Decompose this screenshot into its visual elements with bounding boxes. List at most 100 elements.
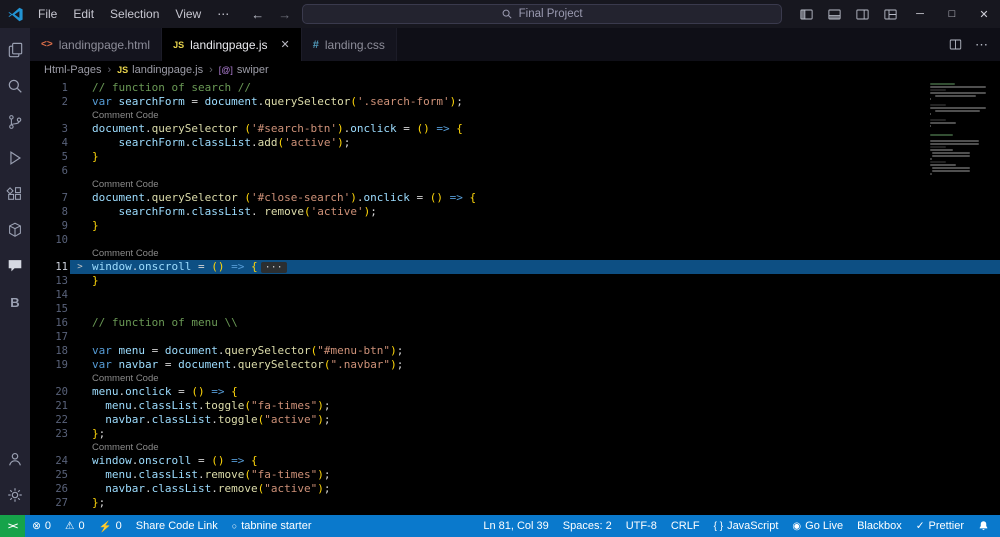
code-text[interactable]: // function of search // [92, 81, 1000, 95]
status-right-crlf[interactable]: CRLF [664, 520, 707, 532]
status-label: 0 [44, 520, 52, 532]
search-icon[interactable] [0, 68, 30, 104]
folded-code-marker[interactable]: ··· [260, 262, 287, 273]
vscode-window: File Edit Selection View ⋯ ← → Final Project… [0, 0, 1000, 537]
code-text[interactable]: } [92, 274, 1000, 288]
line-number: 19 [55, 359, 68, 371]
remote-indicator[interactable]: >< [0, 515, 26, 537]
menu-view[interactable]: View [167, 3, 209, 25]
codelens[interactable]: Comment Code [30, 372, 1000, 385]
layout-customize-icon[interactable] [876, 0, 904, 28]
breadcrumb-item-landingpage.js[interactable]: JS landingpage.js [117, 64, 203, 76]
line-number: 18 [55, 345, 68, 357]
code-text[interactable] [92, 164, 1000, 178]
codelens[interactable]: Comment Code [30, 247, 1000, 260]
code-text[interactable]: } [92, 150, 1000, 164]
code-text[interactable] [92, 302, 1000, 316]
status-label: Ln 81, Col 39 [483, 520, 549, 532]
command-center-search[interactable]: Final Project [301, 4, 782, 24]
status-right: Ln 81, Col 39 Spaces: 2 UTF-8 CRLF { } JavaSc… [476, 520, 1000, 532]
code-text[interactable] [92, 288, 1000, 302]
layout-sidebar-right-icon[interactable] [848, 0, 876, 28]
more-actions-icon[interactable]: ⋯ [975, 37, 988, 53]
nav-back-button[interactable]: ← [251, 7, 264, 22]
tab-landing.css[interactable]: # landing.css [301, 28, 397, 61]
split-editor-icon[interactable] [948, 37, 963, 52]
code-text[interactable]: var menu = document.querySelector("#menu… [92, 344, 1000, 358]
code-text[interactable]: } [92, 219, 1000, 233]
code-text[interactable]: window.onscroll = () => { [92, 454, 1000, 468]
code-text[interactable]: searchForm.classList. remove('active'); [92, 205, 1000, 219]
status-right-go-live[interactable]: ◉ Go Live [785, 520, 850, 532]
run-debug-icon[interactable] [0, 140, 30, 176]
status-right-utf-8[interactable]: UTF-8 [619, 520, 664, 532]
code-text[interactable]: var navbar = document.querySelector(".na… [92, 358, 1000, 372]
braces-icon: { } [713, 520, 724, 532]
menu-selection[interactable]: Selection [102, 3, 167, 25]
code-text[interactable]: searchForm.classList.add('active'); [92, 136, 1000, 150]
code-text[interactable] [92, 233, 1000, 247]
status-right-spaces-2[interactable]: Spaces: 2 [556, 520, 619, 532]
source-control-icon[interactable] [0, 104, 30, 140]
layout-sidebar-left-icon[interactable] [792, 0, 820, 28]
nav-forward-button[interactable]: → [278, 7, 291, 22]
tab-landingpage.js[interactable]: JS landingpage.js ✕ [162, 28, 302, 61]
menu-edit[interactable]: Edit [65, 3, 102, 25]
code-text[interactable]: }; [92, 427, 1000, 441]
status-right-blackbox[interactable]: Blackbox [850, 520, 909, 532]
code-text[interactable]: document.querySelector ('#search-btn').o… [92, 122, 1000, 136]
code-text[interactable]: menu.classList.remove("fa-times"); [92, 468, 1000, 482]
code-text[interactable]: window.onscroll = () => {··· [92, 260, 1000, 274]
code-text[interactable]: }; [92, 496, 1000, 510]
menu-overflow[interactable]: ⋯ [209, 3, 237, 25]
status-right-javascript[interactable]: { } JavaScript [707, 520, 786, 532]
tab-label: landingpage.js [190, 37, 268, 52]
fold-margin [68, 191, 92, 205]
status-left-tabnine-starter[interactable]: ○ tabnine starter [225, 520, 319, 532]
blackbox-b-icon[interactable]: B [0, 284, 30, 320]
code-text[interactable]: navbar.classList.toggle("active"); [92, 413, 1000, 427]
status-right-prettier[interactable]: ✓ Prettier [909, 520, 971, 532]
close-icon[interactable]: ✕ [281, 38, 290, 51]
status-left-0[interactable]: ⚠ 0 [58, 520, 92, 532]
codelens[interactable]: Comment Code [30, 178, 1000, 191]
layout-panel-icon[interactable] [820, 0, 848, 28]
status-left-share-code-link[interactable]: Share Code Link [129, 520, 225, 532]
editor[interactable]: 1 // function of search // 2 var searchForm… [30, 79, 1000, 515]
status-label: UTF-8 [625, 520, 657, 532]
close-button[interactable]: ✕ [968, 0, 1000, 28]
code-text[interactable]: menu.classList.toggle("fa-times"); [92, 399, 1000, 413]
fold-margin [68, 468, 92, 482]
extensions-icon[interactable] [0, 176, 30, 212]
package-icon[interactable] [0, 212, 30, 248]
status-right-ln-81-col-39[interactable]: Ln 81, Col 39 [476, 520, 555, 532]
symbol-icon: [@] [218, 65, 233, 75]
minimize-button[interactable]: ─ [904, 0, 936, 28]
code-line-13: 13} [30, 274, 1000, 288]
activity-top: B [0, 32, 30, 320]
menu-file[interactable]: File [30, 3, 65, 25]
code-text[interactable] [92, 330, 1000, 344]
tab-landingpage.html[interactable]: <> landingpage.html [30, 28, 163, 61]
status-left-0[interactable]: ⊗ 0 [25, 520, 58, 532]
codelens[interactable]: Comment Code [30, 441, 1000, 454]
status-right-bell-icon[interactable] [971, 520, 996, 532]
breadcrumb-item-Html-Pages[interactable]: Html-Pages [44, 64, 101, 76]
settings-gear-icon[interactable] [0, 477, 30, 513]
maximize-button[interactable]: □ [936, 0, 968, 28]
code-text[interactable]: navbar.classList.remove("active"); [92, 482, 1000, 496]
explorer-icon[interactable] [0, 32, 30, 68]
minimap[interactable] [930, 82, 988, 175]
code-text[interactable]: menu.onclick = () => { [92, 385, 1000, 399]
codelens[interactable]: Comment Code [30, 109, 1000, 122]
account-icon[interactable] [0, 441, 30, 477]
breadcrumb-item-swiper[interactable]: [@] swiper [219, 64, 269, 76]
code-text[interactable]: // function of menu \\ [92, 316, 1000, 330]
fold-chevron-icon[interactable]: > [68, 260, 92, 274]
line-number: 4 [61, 137, 68, 149]
status-left-0[interactable]: ⚡ 0 [92, 520, 129, 533]
code-line-6: 6 [30, 164, 1000, 178]
code-text[interactable]: var searchForm = document.querySelector(… [92, 95, 1000, 109]
code-text[interactable]: document.querySelector ('#close-search')… [92, 191, 1000, 205]
comments-icon[interactable] [0, 248, 30, 284]
